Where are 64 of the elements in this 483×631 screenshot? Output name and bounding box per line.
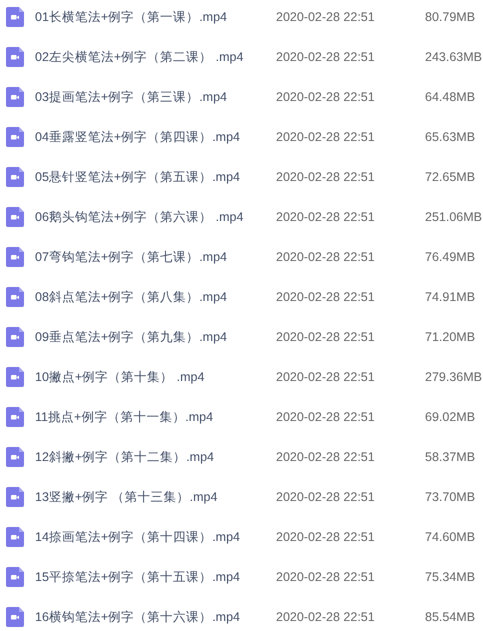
file-size: 72.65MB: [425, 168, 476, 186]
video-file-icon: [6, 207, 24, 227]
video-file-icon: [6, 247, 24, 267]
video-file-icon: [6, 407, 24, 427]
file-size: 74.60MB: [425, 528, 476, 546]
file-name[interactable]: 12斜撇+例字（第十二集）.mp4: [35, 448, 276, 466]
file-size: 74.91MB: [425, 288, 476, 306]
video-file-icon: [6, 527, 24, 547]
file-name[interactable]: 07弯钩笔法+例字（第七课）.mp4: [35, 248, 276, 266]
video-file-icon: [6, 367, 24, 387]
modified-date: 2020-02-28 22:51: [276, 288, 376, 306]
video-file-icon: [6, 47, 24, 67]
file-name[interactable]: 03提画笔法+例字（第三课）.mp4: [35, 88, 276, 106]
file-size: 71.20MB: [425, 328, 476, 346]
modified-date: 2020-02-28 22:51: [276, 528, 376, 546]
file-name[interactable]: 01长横笔法+例字（第一课）.mp4: [35, 8, 276, 26]
file-name[interactable]: 14捺画笔法+例字（第十四课）.mp4: [35, 528, 276, 546]
file-name[interactable]: 10撇点+例字（第十集） .mp4: [35, 368, 276, 386]
file-size: 73.70MB: [425, 488, 476, 506]
file-name[interactable]: 06鹅头钩笔法+例字（第六课） .mp4: [35, 208, 276, 226]
video-file-icon: [6, 87, 24, 107]
modified-date: 2020-02-28 22:51: [276, 168, 376, 186]
video-file-icon: [6, 167, 24, 187]
modified-date: 2020-02-28 22:51: [276, 128, 376, 146]
modified-date: 2020-02-28 22:51: [276, 208, 376, 226]
file-size: 69.02MB: [425, 408, 476, 426]
video-file-icon: [6, 447, 24, 467]
file-name[interactable]: 15平捺笔法+例字（第十五课）.mp4: [35, 568, 276, 586]
video-file-icon: [6, 127, 24, 147]
modified-date: 2020-02-28 22:51: [276, 408, 376, 426]
file-name[interactable]: 08斜点笔法+例字（第八集）.mp4: [35, 288, 276, 306]
video-file-icon: [6, 487, 24, 507]
modified-date: 2020-02-28 22:51: [276, 608, 376, 626]
file-name[interactable]: 04垂露竖笔法+例字（第四课）.mp4: [35, 128, 276, 146]
modified-date: 2020-02-28 22:51: [276, 368, 376, 386]
file-name[interactable]: 13竖撇+例字 （第十三集）.mp4: [35, 488, 276, 506]
file-name[interactable]: 11挑点+例字（第十一集）.mp4: [35, 408, 276, 426]
file-size: 279.36MB: [425, 368, 482, 386]
file-size: 85.54MB: [425, 608, 476, 626]
file-size: 76.49MB: [425, 248, 476, 266]
modified-date: 2020-02-28 22:51: [276, 568, 376, 586]
file-name[interactable]: 16横钩笔法+例字（第十六课）.mp4: [35, 608, 276, 626]
video-file-icon: [6, 7, 24, 27]
file-name[interactable]: 02左尖横笔法+例字（第二课） .mp4: [35, 48, 276, 66]
file-size: 75.34MB: [425, 568, 476, 586]
modified-date: 2020-02-28 22:51: [276, 488, 376, 506]
video-file-icon: [6, 327, 24, 347]
modified-date: 2020-02-28 22:51: [276, 48, 376, 66]
file-size: 243.63MB: [425, 48, 482, 66]
modified-date: 2020-02-28 22:51: [276, 448, 376, 466]
file-name[interactable]: 09垂点笔法+例字（第九集）.mp4: [35, 328, 276, 346]
file-size: 65.63MB: [425, 128, 476, 146]
modified-date: 2020-02-28 22:51: [276, 328, 376, 346]
file-size: 80.79MB: [425, 8, 476, 26]
video-file-icon: [6, 287, 24, 307]
file-name[interactable]: 05悬针竖笔法+例字（第五课）.mp4: [35, 168, 276, 186]
modified-date: 2020-02-28 22:51: [276, 8, 376, 26]
modified-date: 2020-02-28 22:51: [276, 248, 376, 266]
file-size: 251.06MB: [425, 208, 482, 226]
modified-date: 2020-02-28 22:51: [276, 88, 376, 106]
video-file-icon: [6, 607, 24, 627]
file-size: 64.48MB: [425, 88, 476, 106]
file-size: 58.37MB: [425, 448, 476, 466]
video-file-icon: [6, 567, 24, 587]
